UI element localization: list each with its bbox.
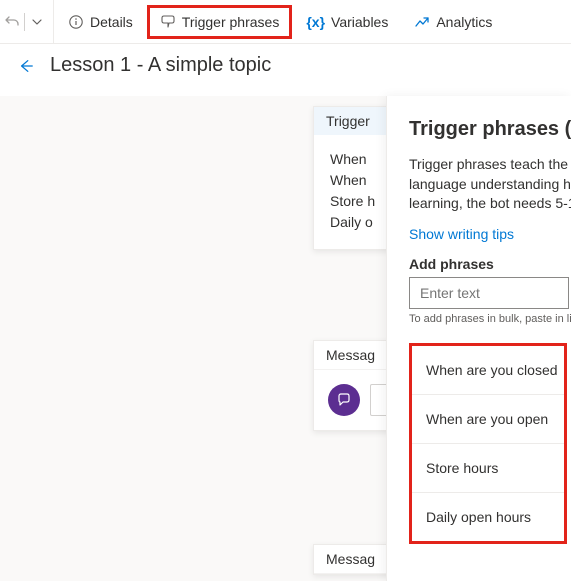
trigger-icon [160, 14, 176, 30]
undo-group [4, 0, 54, 43]
show-writing-tips-link[interactable]: Show writing tips [409, 226, 571, 242]
trigger-phrases-panel: Trigger phrases (4) Trigger phrases teac… [386, 96, 571, 581]
details-label: Details [90, 14, 133, 30]
toolbar: Details Trigger phrases {x} Variables An… [0, 0, 571, 44]
phrase-item[interactable]: Daily open hours [412, 493, 564, 541]
details-button[interactable]: Details [56, 6, 145, 38]
add-phrases-label: Add phrases [409, 256, 571, 272]
header-row: Lesson 1 - A simple topic [0, 44, 571, 95]
trigger-phrases-label: Trigger phrases [182, 14, 280, 30]
trigger-phrases-button[interactable]: Trigger phrases [147, 5, 293, 39]
phrase-item[interactable]: When are you open [412, 395, 564, 444]
phrase-item[interactable]: When are you closed [412, 346, 564, 395]
phrase-item[interactable]: Store hours [412, 444, 564, 493]
analytics-label: Analytics [436, 14, 492, 30]
back-arrow-icon[interactable] [18, 58, 34, 74]
analytics-button[interactable]: Analytics [402, 6, 504, 38]
variables-icon: {x} [306, 14, 325, 30]
info-icon [68, 14, 84, 30]
variables-label: Variables [331, 14, 388, 30]
analytics-icon [414, 14, 430, 30]
chevron-down-icon[interactable] [29, 14, 45, 30]
variables-button[interactable]: {x} Variables [294, 6, 400, 38]
bulk-hint: To add phrases in bulk, paste in line-se… [409, 313, 571, 325]
page-title: Lesson 1 - A simple topic [50, 54, 271, 77]
panel-title: Trigger phrases (4) [409, 118, 571, 141]
panel-description: Trigger phrases teach the bot language u… [409, 155, 571, 214]
phrase-list: When are you closed When are you open St… [409, 343, 567, 544]
add-phrase-input[interactable] [409, 277, 569, 309]
undo-icon[interactable] [4, 14, 20, 30]
chat-icon [328, 384, 360, 416]
